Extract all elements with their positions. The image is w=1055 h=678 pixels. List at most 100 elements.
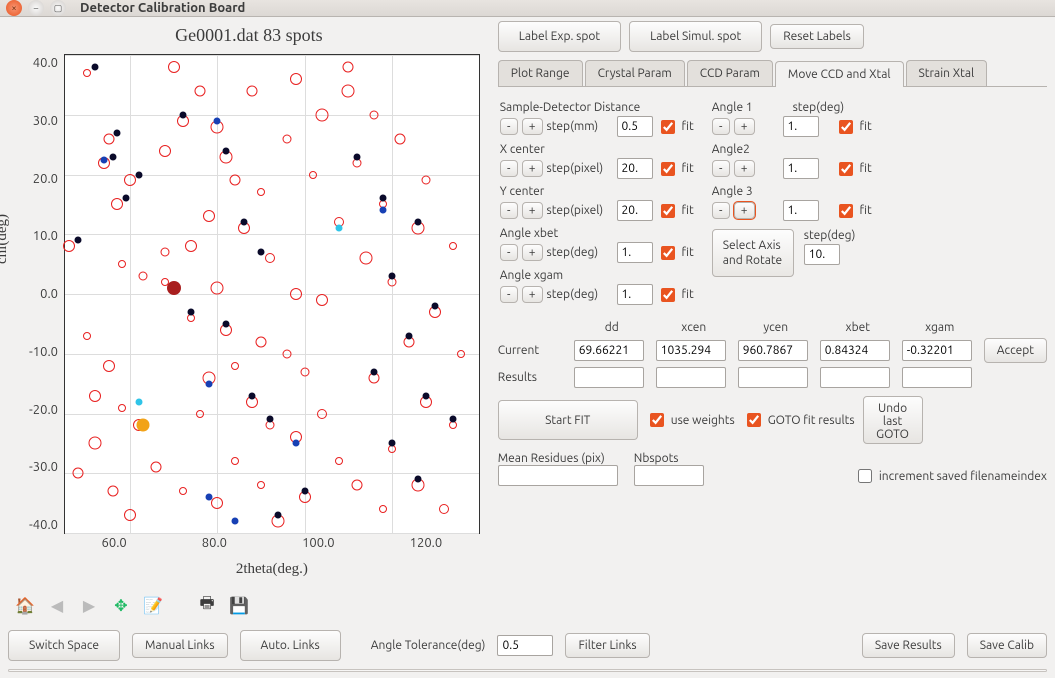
save-results-button[interactable]: Save Results	[862, 633, 955, 658]
plot-point	[422, 176, 431, 185]
titlebar: × – ▢ Detector Calibration Board	[0, 0, 1055, 17]
leftparam-minus-0[interactable]: -	[500, 118, 518, 135]
leftparam-step-2[interactable]	[617, 200, 653, 221]
plot-point	[257, 481, 265, 489]
mean-residues-input[interactable]	[498, 465, 618, 486]
back-icon[interactable]: ◀	[46, 594, 68, 616]
results-ycen[interactable]	[738, 367, 808, 388]
plot-point	[124, 509, 136, 521]
plot-point	[406, 332, 413, 339]
leftparam-minus-1[interactable]: -	[500, 160, 518, 177]
angle-fit-1[interactable]	[839, 162, 853, 176]
leftparam-plus-1[interactable]: +	[522, 160, 543, 177]
leftparam-step-1[interactable]	[617, 158, 653, 179]
plot-point	[118, 260, 126, 268]
window-maximize-icon[interactable]: ▢	[50, 0, 66, 16]
leftparam-fit-4[interactable]	[661, 288, 675, 302]
angle-minus-1[interactable]: -	[712, 160, 730, 177]
leftparam-minus-2[interactable]: -	[500, 202, 518, 219]
results-xbet[interactable]	[820, 367, 890, 388]
select-axis-rotate-button[interactable]: Select Axis and Rotate	[712, 229, 794, 277]
switch-space-button[interactable]: Switch Space	[8, 630, 120, 661]
leftparam-step-3[interactable]	[617, 242, 653, 263]
plot-point	[92, 63, 99, 70]
home-icon[interactable]: 🏠	[14, 594, 36, 616]
reset-labels-button[interactable]: Reset Labels	[770, 24, 864, 49]
leftparam-minus-3[interactable]: -	[500, 244, 518, 261]
manual-links-button[interactable]: Manual Links	[132, 633, 228, 658]
angle-tol-input[interactable]	[497, 635, 553, 656]
plot-point	[223, 320, 230, 327]
plot-point	[103, 360, 115, 372]
angle-step-1[interactable]	[783, 158, 819, 179]
results-xgam[interactable]	[902, 367, 972, 388]
save-calib-button[interactable]: Save Calib	[967, 633, 1047, 658]
start-fit-button[interactable]: Start FIT	[498, 400, 638, 440]
leftparam-plus-3[interactable]: +	[522, 244, 543, 261]
leftparam-fit-0[interactable]	[661, 120, 675, 134]
current-dd[interactable]	[574, 340, 644, 361]
angle-step-2[interactable]	[783, 200, 819, 221]
undo-goto-button[interactable]: Undo last GOTO	[863, 396, 923, 444]
leftparam-step-0[interactable]	[617, 116, 653, 137]
plot-point	[257, 249, 264, 256]
leftparam-step-4[interactable]	[617, 284, 653, 305]
increment-index-checkbox[interactable]	[858, 469, 872, 483]
use-weights-check[interactable]: use weights	[646, 410, 735, 430]
results-dd[interactable]	[574, 367, 644, 388]
tab-crystal-param[interactable]: Crystal Param	[585, 60, 685, 86]
scatter-plot[interactable]	[64, 54, 480, 534]
angle-minus-2[interactable]: -	[712, 202, 730, 219]
angle-plus-1[interactable]: +	[734, 160, 755, 177]
nbspots-input[interactable]	[634, 465, 704, 486]
tab-plot-range[interactable]: Plot Range	[498, 60, 583, 86]
config-icon[interactable]: 🖶	[196, 594, 218, 616]
tab-strain-xtal[interactable]: Strain Xtal	[906, 60, 988, 86]
window-close-icon[interactable]: ×	[6, 0, 22, 16]
forward-icon[interactable]: ▶	[78, 594, 100, 616]
increment-index-check[interactable]: increment saved filenameindex	[854, 466, 1047, 486]
angle-fit-2[interactable]	[839, 204, 853, 218]
current-xbet[interactable]	[820, 340, 890, 361]
leftparam-fit-1[interactable]	[661, 162, 675, 176]
filter-links-button[interactable]: Filter Links	[565, 633, 649, 658]
angle-plus-0[interactable]: +	[734, 118, 755, 135]
leftparam-fit-3[interactable]	[661, 246, 675, 260]
accept-button[interactable]: Accept	[984, 338, 1047, 363]
rotate-step-input[interactable]	[804, 244, 840, 265]
plot-point	[229, 175, 240, 186]
plot-point	[257, 188, 265, 196]
plot-point	[118, 404, 126, 412]
label-exp-spot-button[interactable]: Label Exp. spot	[498, 21, 621, 52]
tab-move-ccd-and-xtal[interactable]: Move CCD and Xtal	[775, 61, 904, 87]
plot-point	[379, 195, 386, 202]
angle-step-0[interactable]	[783, 116, 819, 137]
plot-point	[290, 73, 302, 85]
auto-links-button[interactable]: Auto. Links	[240, 630, 341, 661]
window-minimize-icon[interactable]: –	[28, 0, 44, 16]
angle-fit-0[interactable]	[839, 120, 853, 134]
leftparam-plus-4[interactable]: +	[522, 286, 543, 303]
tab-ccd-param[interactable]: CCD Param	[687, 60, 773, 86]
leftparam-plus-2[interactable]: +	[522, 202, 543, 219]
goto-fit-check[interactable]: GOTO fit results	[743, 410, 855, 430]
save-icon[interactable]: 💾	[228, 594, 250, 616]
current-xcen[interactable]	[656, 340, 726, 361]
results-xcen[interactable]	[656, 367, 726, 388]
angle-minus-0[interactable]: -	[712, 118, 730, 135]
current-ycen[interactable]	[738, 340, 808, 361]
edit-icon[interactable]: 📝	[142, 594, 164, 616]
angle-plus-2[interactable]: +	[734, 202, 755, 219]
label-simul-spot-button[interactable]: Label Simul. spot	[629, 21, 762, 52]
plot-point	[122, 195, 129, 202]
leftparam-plus-0[interactable]: +	[522, 118, 543, 135]
current-xgam[interactable]	[902, 340, 972, 361]
leftparam-minus-4[interactable]: -	[500, 286, 518, 303]
leftparam-fit-2[interactable]	[661, 204, 675, 218]
use-weights-checkbox[interactable]	[650, 413, 664, 427]
plot-point	[266, 416, 273, 423]
plot-point	[137, 419, 150, 432]
plot-point	[283, 134, 292, 143]
pan-icon[interactable]: ✥	[110, 594, 132, 616]
goto-fit-checkbox[interactable]	[747, 413, 761, 427]
